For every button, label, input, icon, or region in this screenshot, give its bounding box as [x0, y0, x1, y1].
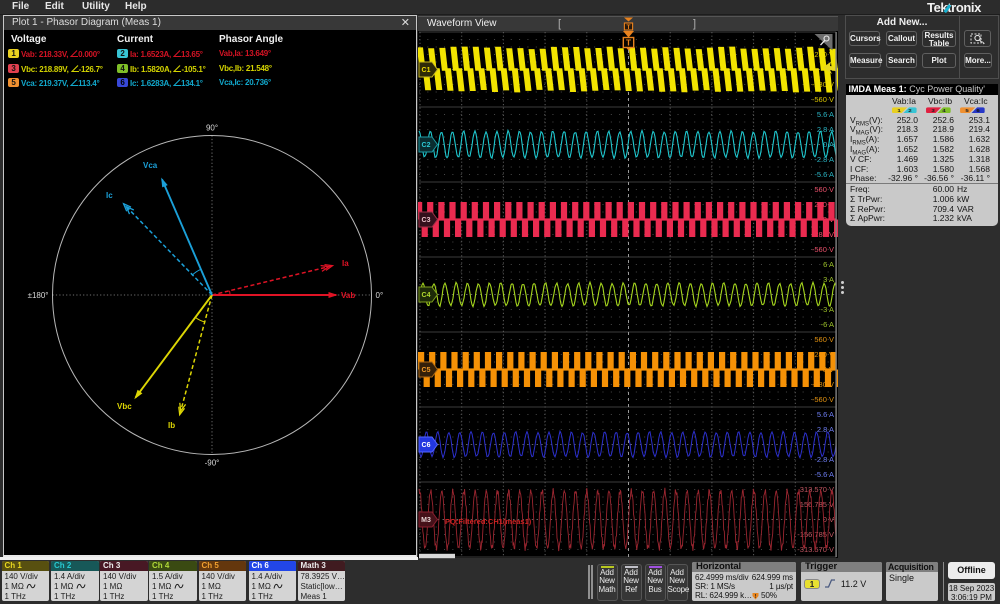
svg-text:560 V: 560 V	[814, 185, 834, 194]
svg-text:5.6 A: 5.6 A	[817, 410, 834, 419]
svg-text:-560 V: -560 V	[812, 245, 834, 254]
svg-text:T: T	[627, 24, 631, 31]
svg-text:Ia: Ia	[342, 259, 349, 268]
svg-text:-90°: -90°	[205, 459, 220, 468]
svg-text:2: 2	[908, 108, 911, 113]
svg-text:-560 V: -560 V	[812, 395, 834, 404]
svg-text:C6: C6	[422, 442, 431, 449]
svg-text:6: 6	[976, 108, 979, 113]
svg-text:-6 A: -6 A	[821, 320, 834, 329]
svg-text:560 V: 560 V	[814, 335, 834, 344]
svg-text:-560 V: -560 V	[812, 95, 834, 104]
svg-text:1: 1	[897, 108, 900, 113]
svg-text:-5.6 A: -5.6 A	[814, 170, 834, 179]
svg-text:C5: C5	[422, 367, 431, 374]
svg-text:-3 A: -3 A	[821, 305, 834, 314]
svg-text:Ic: Ic	[106, 191, 113, 200]
svg-text:±180°: ±180°	[28, 291, 49, 300]
svg-text:156.785 V: 156.785 V	[800, 500, 834, 509]
svg-text:6 A: 6 A	[823, 260, 834, 269]
svg-text:C3: C3	[422, 217, 431, 224]
svg-text:Vab: Vab	[341, 291, 355, 300]
svg-text:5: 5	[965, 108, 968, 113]
svg-text:C4: C4	[422, 292, 431, 299]
svg-text:Vca: Vca	[143, 161, 158, 170]
svg-text:3: 3	[931, 108, 934, 113]
svg-text:90°: 90°	[206, 124, 218, 133]
svg-text:-2.8 A: -2.8 A	[814, 455, 834, 464]
svg-text:313.570 V: 313.570 V	[800, 485, 834, 494]
svg-text:2.8 A: 2.8 A	[817, 425, 834, 434]
svg-text:T: T	[626, 38, 632, 48]
svg-text:4: 4	[942, 108, 945, 113]
svg-text:-2.8 A: -2.8 A	[814, 155, 834, 164]
svg-text:PQ:Filtered:CH1(meas1): PQ:Filtered:CH1(meas1)	[445, 517, 532, 526]
svg-text:-5.6 A: -5.6 A	[814, 470, 834, 479]
svg-text:Vbc: Vbc	[117, 402, 132, 411]
svg-text:M3: M3	[421, 517, 431, 524]
svg-text:5.6 A: 5.6 A	[817, 110, 834, 119]
svg-text:0 V: 0 V	[823, 515, 834, 524]
svg-text:Ib: Ib	[168, 421, 175, 430]
svg-text:C1: C1	[422, 67, 431, 74]
svg-text:3 A: 3 A	[823, 275, 834, 284]
svg-text:C2: C2	[422, 142, 431, 149]
svg-text:0°: 0°	[376, 291, 384, 300]
